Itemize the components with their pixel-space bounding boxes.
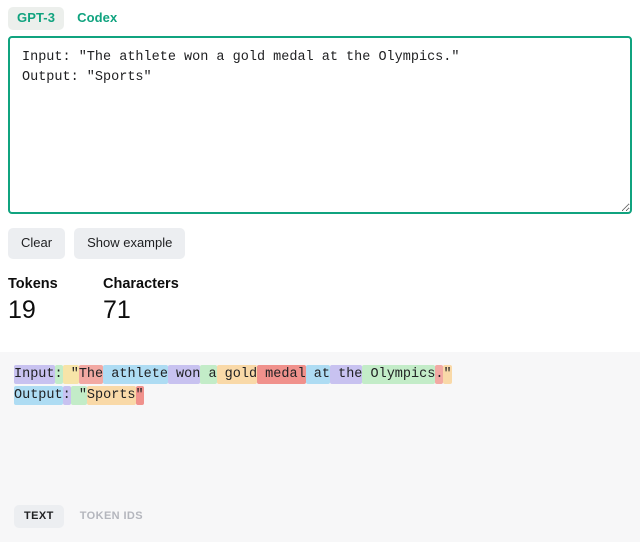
token: gold [216, 364, 258, 384]
stat-tokens-label: Tokens [8, 275, 58, 292]
token: Input [14, 364, 55, 384]
stat-characters-label: Characters [103, 275, 179, 292]
token: The [78, 364, 104, 384]
token: at [305, 364, 330, 384]
view-tab-token-ids[interactable]: TOKEN IDS [70, 505, 153, 528]
token: won [167, 364, 201, 384]
model-tab-gpt3[interactable]: GPT-3 [8, 7, 65, 31]
stat-tokens-value: 19 [8, 296, 36, 325]
token: medal [257, 364, 306, 384]
token: " [135, 385, 144, 405]
editor-container [0, 36, 640, 215]
model-tab-bar: GPT-3 Codex [0, 0, 640, 36]
stat-tokens: Tokens 19 [8, 276, 103, 327]
token: Output [14, 385, 63, 405]
token: Sports [86, 385, 136, 405]
stat-characters-value: 71 [103, 296, 131, 325]
stats-row: Tokens 19 Characters 71 [0, 259, 640, 327]
token-result-panel: Input: "The athlete won a gold medal at … [0, 351, 640, 542]
token: Olympics [362, 364, 436, 384]
show-example-button[interactable]: Show example [74, 228, 186, 259]
token: : [62, 385, 71, 405]
view-tab-bar: TEXT TOKEN IDS [14, 504, 153, 528]
clear-button[interactable]: Clear [8, 228, 66, 259]
token: a [200, 364, 217, 384]
model-tab-codex[interactable]: Codex [68, 7, 126, 30]
token: : [54, 364, 63, 384]
token: " [443, 364, 452, 384]
view-tab-text[interactable]: TEXT [14, 504, 64, 528]
prompt-textarea[interactable] [8, 36, 632, 215]
token: " [70, 385, 87, 405]
action-button-row: Clear Show example [0, 214, 640, 259]
stat-characters: Characters 71 [103, 276, 179, 327]
token: the [330, 364, 363, 384]
token: " [62, 364, 79, 384]
token: athlete [103, 364, 168, 384]
tokenized-text: Input: "The athlete won a gold medal at … [14, 364, 626, 406]
